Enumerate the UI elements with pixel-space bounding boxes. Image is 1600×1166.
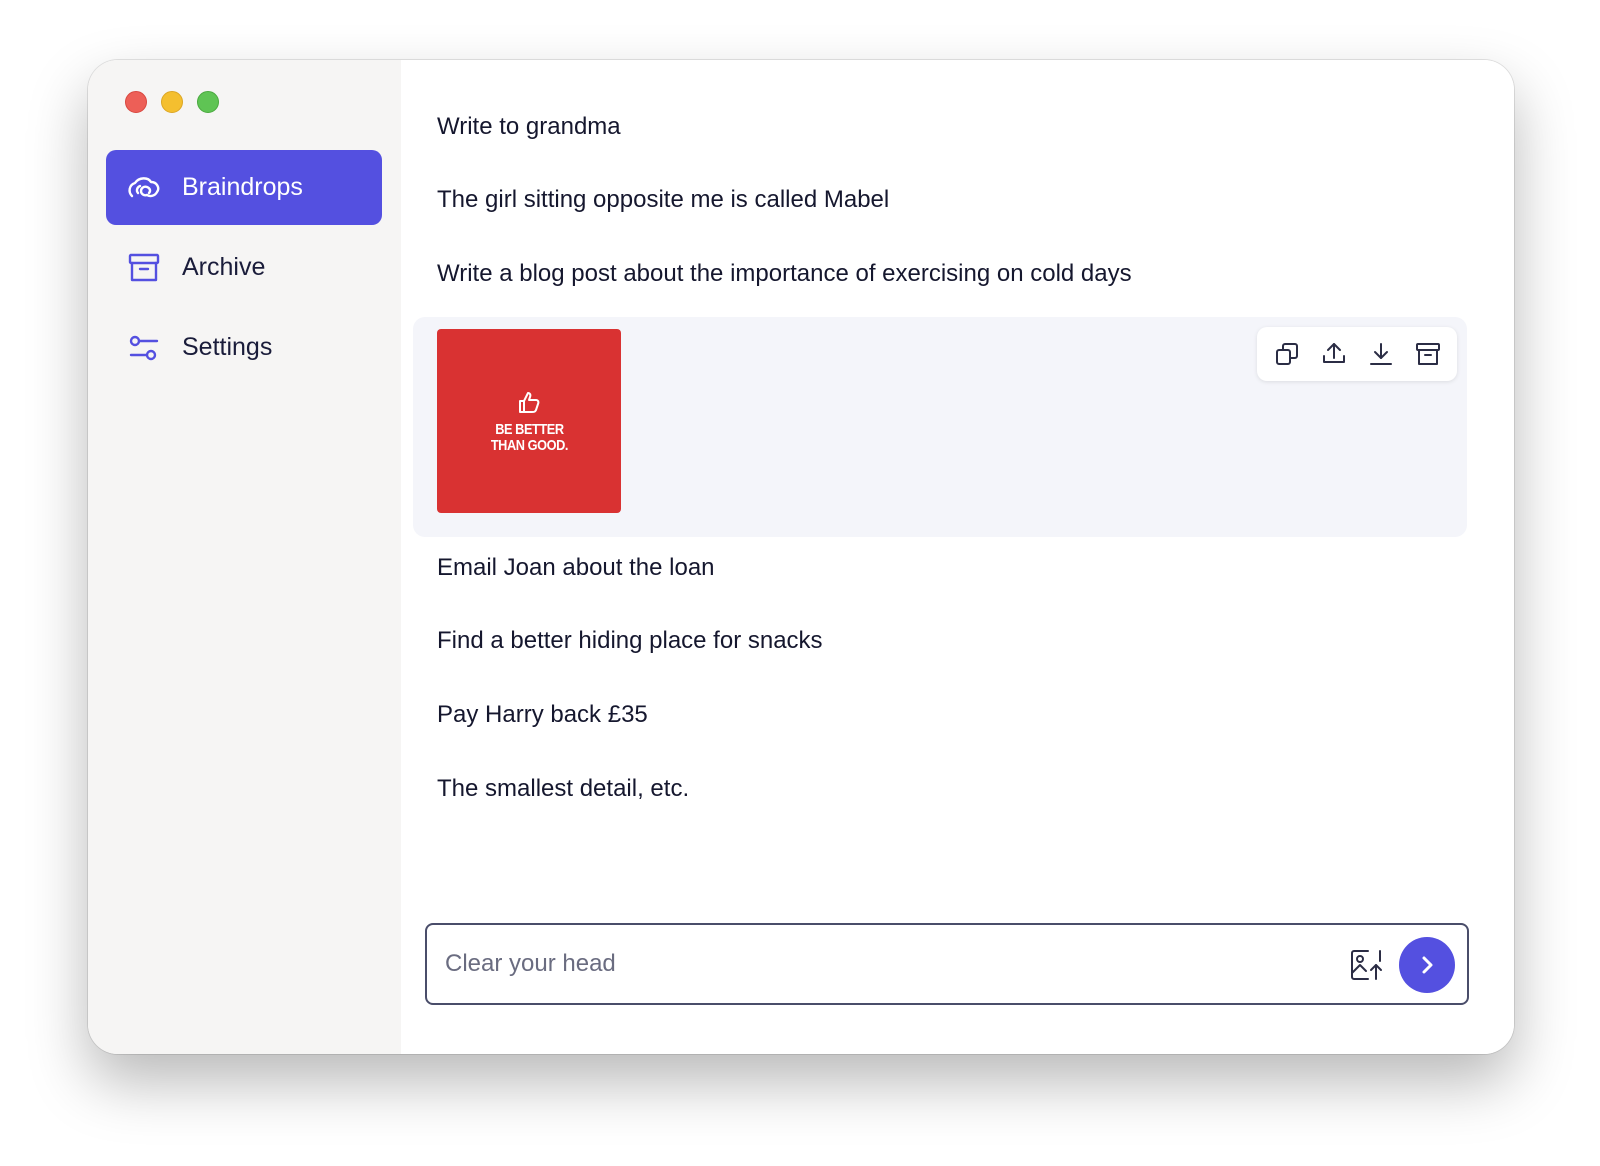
sidebar: Braindrops Archive Settings [88, 60, 401, 1054]
copy-button[interactable] [1269, 336, 1305, 372]
download-icon [1369, 343, 1392, 365]
thumbs-up-icon [519, 392, 540, 413]
list-item[interactable]: Write to grandma [401, 107, 1514, 147]
window-controls [125, 91, 219, 113]
archive-button[interactable] [1410, 336, 1446, 372]
sidebar-item-settings[interactable]: Settings [106, 310, 382, 385]
list-item[interactable]: Find a better hiding place for snacks [401, 621, 1514, 661]
image-actions-toolbar [1257, 327, 1457, 381]
note-image-thumbnail[interactable]: BE BETTER THAN GOOD. [437, 329, 621, 513]
image-upload-button[interactable] [1348, 947, 1384, 983]
copy-icon [1275, 343, 1298, 365]
sidebar-item-label: Braindrops [182, 173, 303, 201]
sidebar-item-label: Archive [182, 253, 266, 281]
list-item[interactable]: Write a blog post about the importance o… [401, 254, 1514, 294]
close-window-button[interactable] [125, 91, 147, 113]
app-window: Braindrops Archive Settings Write to gra… [88, 60, 1514, 1054]
list-item[interactable]: The smallest detail, etc. [401, 769, 1514, 809]
archive-icon [1415, 343, 1440, 365]
notes-pane: Write to grandma The girl sitting opposi… [401, 60, 1514, 1054]
note-input[interactable] [445, 925, 1325, 1003]
minimize-window-button[interactable] [161, 91, 183, 113]
image-upload-icon [1351, 950, 1382, 980]
image-text: BE BETTER THAN GOOD. [490, 421, 568, 454]
sliders-icon [124, 328, 164, 368]
braindrop-swirl-icon [124, 168, 164, 208]
image-note-card[interactable]: BE BETTER THAN GOOD. [413, 317, 1467, 537]
sidebar-item-braindrops[interactable]: Braindrops [106, 150, 382, 225]
download-button[interactable] [1363, 336, 1399, 372]
share-button[interactable] [1316, 336, 1352, 372]
list-item[interactable]: Email Joan about the loan [401, 548, 1514, 588]
list-item[interactable]: Pay Harry back £35 [401, 695, 1514, 735]
sidebar-item-label: Settings [182, 333, 273, 361]
composer [425, 923, 1469, 1005]
send-button[interactable] [1399, 937, 1455, 993]
sidebar-item-archive[interactable]: Archive [106, 230, 382, 305]
list-item[interactable]: The girl sitting opposite me is called M… [401, 180, 1514, 220]
share-icon [1322, 343, 1345, 363]
chevron-right-icon [1422, 956, 1433, 974]
archive-box-icon [124, 248, 164, 288]
zoom-window-button[interactable] [197, 91, 219, 113]
